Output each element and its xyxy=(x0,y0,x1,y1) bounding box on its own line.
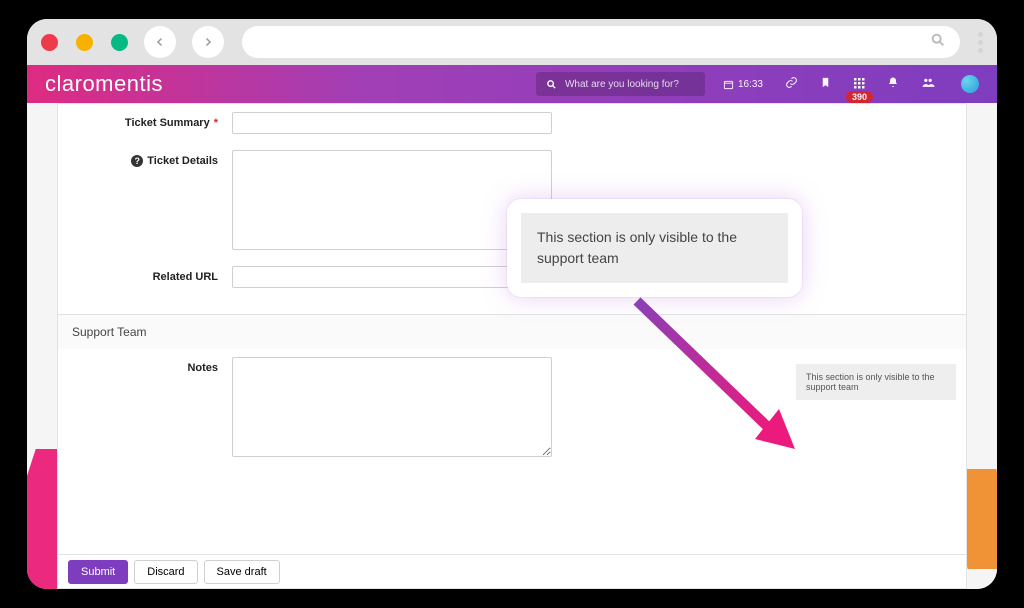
submit-button[interactable]: Submit xyxy=(68,560,128,584)
bookmark-icon[interactable] xyxy=(820,76,831,92)
ticket-details-input[interactable] xyxy=(232,150,552,250)
search-icon xyxy=(930,32,946,53)
ticket-summary-label: Ticket Summary xyxy=(125,117,210,129)
clock-widget[interactable]: 16:33 xyxy=(723,79,763,90)
form-page: Ticket Summary * ? Ticket Details Related… xyxy=(57,103,967,589)
save-draft-button[interactable]: Save draft xyxy=(204,560,280,584)
ticket-summary-input[interactable] xyxy=(232,112,552,134)
visibility-note: This section is only visible to the supp… xyxy=(796,364,956,400)
related-url-input[interactable] xyxy=(232,266,552,288)
calendar-icon xyxy=(723,79,734,90)
window-maximize-icon[interactable] xyxy=(111,34,128,51)
ticket-details-label: Ticket Details xyxy=(147,155,218,167)
help-icon[interactable]: ? xyxy=(131,155,143,167)
avatar[interactable] xyxy=(961,75,979,93)
required-indicator: * xyxy=(214,117,218,129)
section-support-team: Support Team xyxy=(58,314,966,349)
browser-menu-icon[interactable] xyxy=(978,32,983,53)
forward-button[interactable] xyxy=(192,26,224,58)
annotation-text: This section is only visible to the supp… xyxy=(521,213,788,283)
browser-frame: claromentis 16:33 390 xyxy=(27,19,997,589)
field-ticket-summary: Ticket Summary * xyxy=(58,104,966,142)
users-icon[interactable] xyxy=(921,76,935,92)
search-input[interactable] xyxy=(565,79,695,90)
related-url-label: Related URL xyxy=(153,271,218,283)
url-bar[interactable] xyxy=(242,26,960,58)
form-action-bar: Submit Discard Save draft xyxy=(58,554,966,588)
brand-logo: claromentis xyxy=(45,71,163,97)
browser-bar xyxy=(27,19,997,65)
annotation-callout: This section is only visible to the supp… xyxy=(507,199,802,297)
window-minimize-icon[interactable] xyxy=(76,34,93,51)
bell-icon[interactable] xyxy=(887,76,899,92)
app-header: claromentis 16:33 390 xyxy=(27,65,997,103)
window-close-icon[interactable] xyxy=(41,34,58,51)
discard-button[interactable]: Discard xyxy=(134,560,197,584)
search-icon xyxy=(546,79,557,90)
time-display: 16:33 xyxy=(738,79,763,90)
content-area: Ticket Summary * ? Ticket Details Related… xyxy=(27,103,997,589)
back-button[interactable] xyxy=(144,26,176,58)
apps-grid-icon[interactable]: 390 xyxy=(853,77,865,92)
link-icon[interactable] xyxy=(785,76,798,92)
notes-label: Notes xyxy=(187,362,218,374)
header-toolbar: 16:33 390 xyxy=(723,75,979,93)
notes-input[interactable] xyxy=(232,357,552,457)
decorative-shape-pink xyxy=(27,449,58,589)
header-search[interactable] xyxy=(536,72,705,96)
section-support-team-title: Support Team xyxy=(72,325,147,339)
notification-badge: 390 xyxy=(846,91,873,103)
